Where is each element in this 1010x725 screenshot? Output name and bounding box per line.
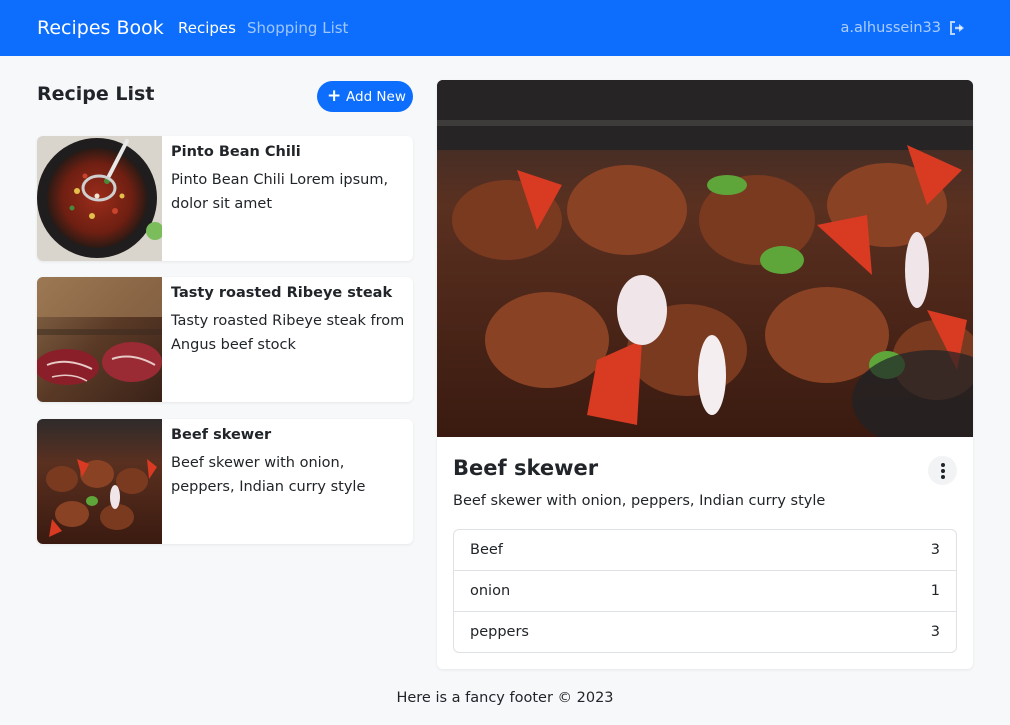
beef-skewer-hero-image (437, 80, 973, 437)
recipe-card[interactable]: Pinto Bean Chili Pinto Bean Chili Lorem … (37, 136, 413, 261)
recipe-detail-card: Beef skewer Beef skewer with onion, pepp… (437, 80, 973, 669)
logout-icon[interactable] (948, 19, 966, 37)
recipe-description: Pinto Bean Chili Lorem ipsum, dolor sit … (171, 172, 389, 212)
add-new-label: Add New (346, 89, 406, 105)
recipe-card[interactable]: Beef skewer Beef skewer with onion, pepp… (37, 419, 413, 544)
ingredient-name: peppers (470, 624, 529, 640)
nav-link-shopping-list[interactable]: Shopping List (247, 18, 348, 38)
ingredient-row[interactable]: onion 1 (454, 570, 956, 611)
recipe-name: Beef skewer (171, 427, 272, 443)
footer: Here is a fancy footer © 2023 (396, 690, 614, 706)
detail-description: Beef skewer with onion, peppers, Indian … (453, 493, 826, 509)
detail-title: Beef skewer (453, 456, 599, 480)
ingredient-name: Beef (470, 542, 503, 558)
ingredient-row[interactable]: Beef 3 (454, 530, 956, 571)
user-name[interactable]: a.alhussein33 (841, 18, 942, 38)
kebab-menu-icon[interactable] (928, 456, 957, 485)
plus-icon: + (327, 86, 342, 106)
ingredient-amount: 3 (930, 542, 940, 558)
ingredient-row[interactable]: peppers 3 (454, 611, 956, 652)
brand-link[interactable]: Recipes Book (37, 15, 164, 41)
ingredient-amount: 1 (930, 583, 940, 599)
recipe-list-title: Recipe List (37, 83, 155, 105)
recipe-name: Pinto Bean Chili (171, 144, 301, 160)
recipe-card[interactable]: Tasty roasted Ribeye steak Tasty roasted… (37, 277, 413, 402)
add-new-button[interactable]: + Add New (317, 81, 413, 112)
recipe-description: Beef skewer with onion, peppers, Indian … (171, 455, 366, 495)
chili-image (37, 136, 162, 261)
steak-image (37, 277, 162, 402)
navbar: Recipes Book Recipes Shopping List a.alh… (0, 0, 1010, 56)
ingredients-list: Beef 3 onion 1 peppers 3 (453, 529, 957, 653)
nav-link-recipes[interactable]: Recipes (178, 18, 236, 38)
recipe-name: Tasty roasted Ribeye steak (171, 285, 393, 301)
recipe-description: Tasty roasted Ribeye steak from Angus be… (171, 313, 405, 353)
ingredient-amount: 3 (930, 624, 940, 640)
beef-skewer-image (37, 419, 162, 544)
ingredient-name: onion (470, 583, 511, 599)
username-label: a.alhussein33 (840, 20, 942, 36)
